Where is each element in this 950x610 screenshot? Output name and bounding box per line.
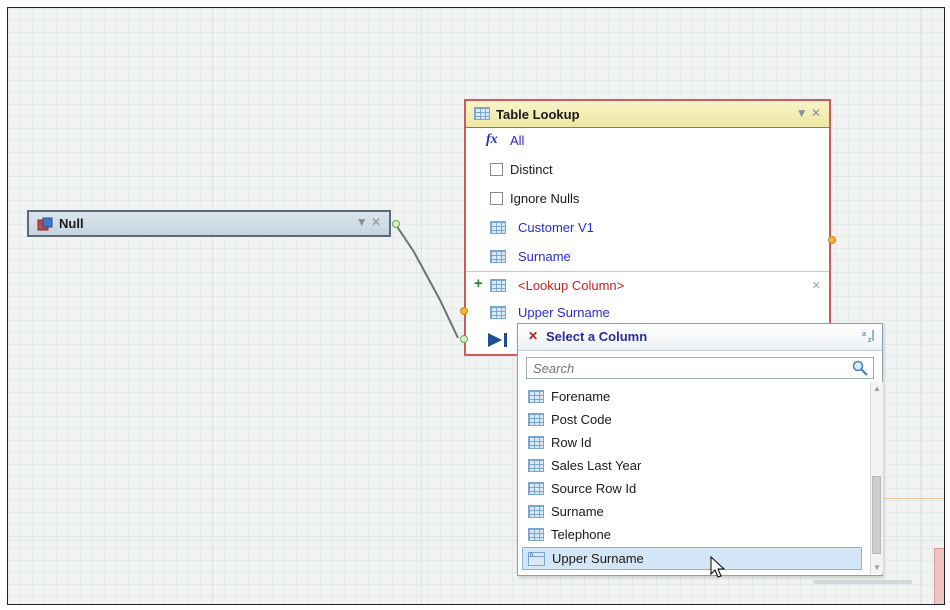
search-field[interactable] [526,357,874,379]
column-icon [490,306,506,319]
node-menu-controls[interactable]: ▼ ✕ [796,106,821,120]
column-icon [528,436,544,449]
svg-text:a: a [862,331,866,338]
lookup-column-label[interactable]: <Lookup Column> [518,278,624,293]
distinct-checkbox[interactable] [490,163,503,176]
ignore-nulls-checkbox[interactable] [490,192,503,205]
list-item-label: Telephone [551,527,611,542]
select-column-popup[interactable]: ✕ Select a Column a z Forename Post Code… [517,323,883,576]
table-lookup-title: Table Lookup [496,107,580,122]
null-node[interactable]: Null ▼ ✕ [27,210,391,237]
scroll-down-icon[interactable]: ▼ [873,563,881,572]
list-item[interactable]: Source Row Id [518,478,870,501]
list-item-label: Upper Surname [552,551,644,566]
node-menu-controls[interactable]: ▼ ✕ [356,215,381,229]
column-icon [490,279,506,292]
list-item-label: Source Row Id [551,481,637,496]
field-label: Surname [518,249,571,264]
ignore-nulls-row[interactable]: Ignore Nulls [466,187,829,211]
list-item-label: Row Id [551,435,592,450]
column-icon [490,221,506,234]
list-item-label: Forename [551,389,611,404]
column-icon [528,528,544,541]
column-list[interactable]: Forename Post Code Row Id Sales Last Yea… [518,384,870,574]
list-item-selected[interactable]: fx Upper Surname [522,547,862,570]
database-icon [37,217,53,231]
column-icon [528,390,544,403]
list-item[interactable]: Row Id [518,432,870,455]
field-label: Customer V1 [518,220,594,235]
search-input[interactable] [527,358,849,378]
upper-surname-label: Upper Surname [518,305,610,320]
table-lookup-node[interactable]: Table Lookup ▼ ✕ fx All Distinct Ignore … [464,99,831,356]
input-port[interactable] [460,335,468,343]
column-icon [528,482,544,495]
remove-icon[interactable]: ✕ [812,279,821,292]
sort-icon[interactable]: a z [862,329,876,343]
scroll-thumb[interactable] [872,476,881,554]
add-icon[interactable]: + [474,275,483,292]
output-port[interactable] [828,236,836,244]
scroll-up-icon[interactable]: ▲ [873,384,881,393]
output-port[interactable] [392,220,400,228]
table-icon [474,107,490,120]
field-row[interactable]: Surname [466,245,829,269]
distinct-row[interactable]: Distinct [466,158,829,182]
null-node-title: Null [59,216,84,231]
svg-text:z: z [868,337,872,343]
search-icon[interactable] [852,360,868,376]
column-icon [528,459,544,472]
popup-title: Select a Column [546,329,648,344]
field-row[interactable]: Customer V1 [466,216,829,240]
close-icon[interactable]: ✕ [528,329,538,343]
input-port[interactable] [460,307,468,315]
column-icon [528,505,544,518]
mouse-cursor-icon [710,556,726,578]
list-item-label: Surname [551,504,604,519]
fx-all-label: All [510,133,525,148]
list-item-label: Post Code [551,412,612,427]
list-item-label: Sales Last Year [551,458,642,473]
fx-all-row[interactable]: fx All [466,129,829,153]
divider [466,271,829,272]
list-item[interactable]: Forename [518,386,870,409]
play-to-end-icon[interactable] [488,332,510,348]
list-item[interactable]: Sales Last Year [518,455,870,478]
function-icon: fx [486,132,498,147]
list-item[interactable]: Post Code [518,409,870,432]
popup-header: ✕ Select a Column a z [518,324,882,351]
distinct-label: Distinct [510,162,553,177]
list-scrollbar[interactable]: ▲ ▼ [870,382,883,574]
column-icon [528,413,544,426]
list-item[interactable]: Surname [518,501,870,524]
ignore-nulls-label: Ignore Nulls [510,191,580,206]
table-lookup-header[interactable]: Table Lookup ▼ ✕ [466,101,829,128]
list-item[interactable]: Telephone [518,524,870,547]
expression-column-icon: fx [528,552,545,566]
upper-surname-row[interactable]: Upper Surname [466,301,829,325]
lookup-column-row[interactable]: + <Lookup Column> ✕ [466,274,829,298]
column-icon [490,250,506,263]
